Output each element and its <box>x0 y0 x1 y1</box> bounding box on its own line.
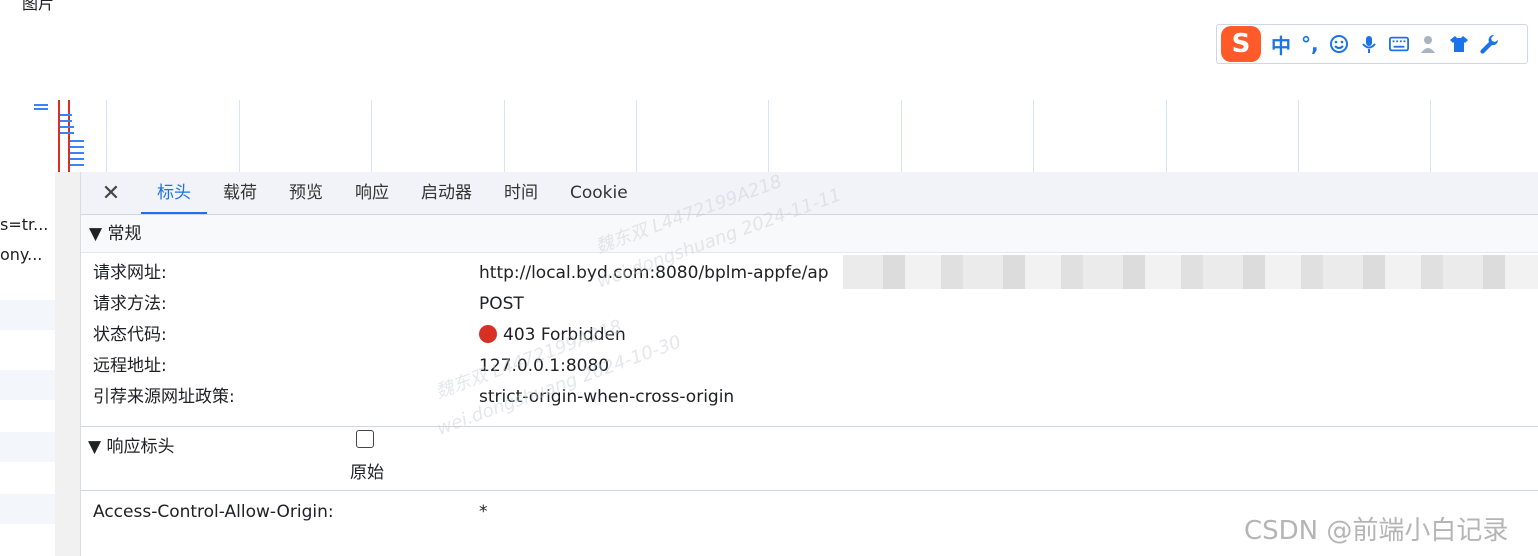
general-section-header[interactable]: ▼ 常规 <box>81 215 1538 253</box>
response-headers-section-header[interactable]: ▼ 响应标头 <box>88 432 174 462</box>
timeline-bar <box>60 126 74 128</box>
timeline-grid-line <box>768 100 769 172</box>
ime-lang-toggle[interactable]: 中 <box>1271 30 1291 59</box>
ime-toolbar[interactable]: S 中 °, <box>1216 24 1528 64</box>
sogou-logo-icon[interactable]: S <box>1221 26 1261 62</box>
request-method-value: POST <box>479 294 524 314</box>
ime-punct-toggle[interactable]: °, <box>1301 32 1319 56</box>
timeline-bar <box>60 120 72 122</box>
tab-preview[interactable]: 预览 <box>273 172 339 214</box>
header-label: 远程地址: <box>93 356 167 376</box>
timeline-bar <box>34 108 48 110</box>
network-timeline[interactable] <box>0 100 1538 172</box>
tab-response[interactable]: 响应 <box>339 172 405 214</box>
keyboard-icon[interactable] <box>1388 34 1409 54</box>
acao-value: * <box>479 502 488 522</box>
timeline-load-marker <box>58 100 60 172</box>
timeline-bar <box>70 140 84 142</box>
timeline-grid-line <box>371 100 372 172</box>
section-divider <box>81 490 1538 491</box>
header-label: 状态代码: <box>93 325 167 345</box>
timeline-grid-line <box>1166 100 1167 172</box>
header-label: 请求网址: <box>93 263 167 283</box>
timeline-bar <box>70 164 84 166</box>
request-row[interactable]: s=tr... <box>0 210 55 240</box>
cut-label: 图片 <box>22 0 55 13</box>
timeline-bar <box>70 158 84 160</box>
redacted-url-blur <box>843 255 1538 289</box>
request-row[interactable] <box>0 300 55 330</box>
tab-cookie[interactable]: Cookie <box>554 172 644 214</box>
timeline-grid-line <box>636 100 637 172</box>
timeline-grid-line <box>239 100 240 172</box>
status-error-dot-icon <box>479 325 497 343</box>
timeline-bar <box>70 146 84 148</box>
smile-icon[interactable] <box>1329 34 1349 54</box>
tab-headers[interactable]: 标头 <box>141 172 207 214</box>
csdn-watermark: CSDN @前端小白记录 <box>1244 516 1509 546</box>
shirt-icon[interactable] <box>1449 34 1469 54</box>
timeline-bar <box>60 132 74 134</box>
request-row[interactable]: ony... <box>0 240 55 270</box>
timeline-grid-line <box>901 100 902 172</box>
request-list-scrollbar[interactable] <box>55 172 127 556</box>
timeline-grid-line <box>504 100 505 172</box>
timeline-grid-line <box>106 100 107 172</box>
tab-timing[interactable]: 时间 <box>488 172 554 214</box>
timeline-bar <box>70 152 84 154</box>
request-row[interactable] <box>0 494 55 524</box>
timeline-grid-line <box>1430 100 1431 172</box>
wrench-icon[interactable] <box>1479 34 1499 54</box>
tab-payload[interactable]: 载荷 <box>207 172 273 214</box>
timeline-bar <box>34 104 48 106</box>
raw-checkbox[interactable] <box>356 430 374 448</box>
request-row[interactable] <box>0 432 55 462</box>
timeline-load-marker <box>68 100 70 172</box>
timeline-grid-line <box>1298 100 1299 172</box>
user-icon[interactable] <box>1419 34 1439 54</box>
tab-initiator[interactable]: 启动器 <box>405 172 488 214</box>
header-label: 引荐来源网址政策: <box>93 387 235 407</box>
close-icon[interactable]: ✕ <box>81 181 141 206</box>
section-divider <box>81 426 1538 427</box>
timeline-grid-line <box>1033 100 1034 172</box>
header-label: Access-Control-Allow-Origin: <box>93 502 334 522</box>
raw-checkbox-label: 原始 <box>350 463 384 483</box>
header-label: 请求方法: <box>93 294 167 314</box>
microphone-icon[interactable] <box>1359 34 1379 54</box>
request-list[interactable]: s=tr... ony... <box>0 172 127 556</box>
request-row[interactable] <box>0 370 55 400</box>
timeline-bar <box>60 114 72 116</box>
